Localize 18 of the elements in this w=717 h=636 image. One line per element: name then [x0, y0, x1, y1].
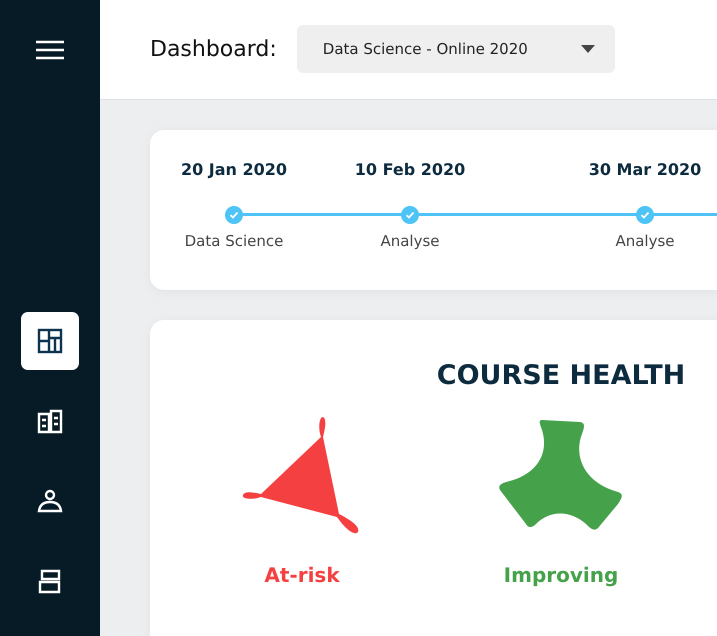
menu-icon[interactable] — [36, 40, 64, 60]
milestone-date: 10 Feb 2020 — [354, 160, 466, 181]
milestone-label: Analyse — [380, 232, 440, 250]
dashboard-icon — [37, 328, 63, 354]
section-title: COURSE HEALTH — [436, 359, 686, 391]
course-dropdown[interactable]: Data Science - Online 2020 — [296, 24, 615, 72]
page-title: Dashboard: — [150, 37, 277, 62]
milestone-label: Analyse — [615, 232, 675, 250]
milestone-label: Data Science — [184, 232, 284, 250]
milestone-date: 30 Mar 2020 — [588, 160, 702, 181]
layers-icon — [37, 568, 63, 594]
dashboard-nav-button[interactable] — [21, 312, 79, 370]
health-status-label: At-risk — [264, 563, 340, 587]
book-icon — [37, 408, 63, 434]
person-icon — [37, 488, 63, 514]
caret-icon — [580, 44, 595, 52]
health-status-label: Improving — [504, 563, 618, 587]
milestone-date: 20 Jan 2020 — [180, 160, 288, 181]
